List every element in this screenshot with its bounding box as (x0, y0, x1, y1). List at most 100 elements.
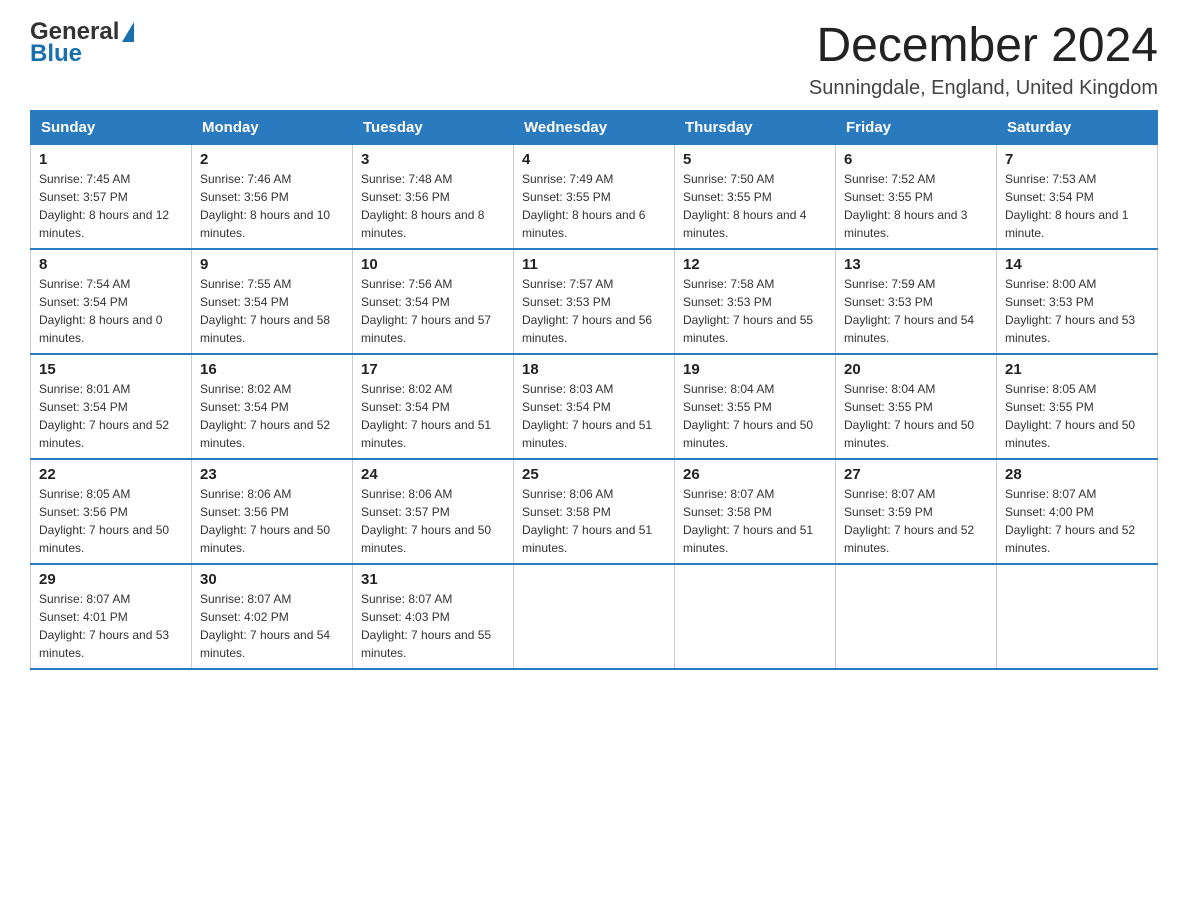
day-cell: 28 Sunrise: 8:07 AMSunset: 4:00 PMDaylig… (997, 459, 1158, 564)
day-cell: 4 Sunrise: 7:49 AMSunset: 3:55 PMDayligh… (514, 144, 675, 249)
day-info: Sunrise: 7:55 AMSunset: 3:54 PMDaylight:… (200, 277, 330, 345)
day-number: 21 (1005, 361, 1149, 378)
day-cell: 24 Sunrise: 8:06 AMSunset: 3:57 PMDaylig… (353, 459, 514, 564)
day-info: Sunrise: 7:57 AMSunset: 3:53 PMDaylight:… (522, 277, 652, 345)
day-cell: 5 Sunrise: 7:50 AMSunset: 3:55 PMDayligh… (675, 144, 836, 249)
day-cell: 3 Sunrise: 7:48 AMSunset: 3:56 PMDayligh… (353, 144, 514, 249)
day-info: Sunrise: 7:45 AMSunset: 3:57 PMDaylight:… (39, 172, 169, 240)
day-info: Sunrise: 7:58 AMSunset: 3:53 PMDaylight:… (683, 277, 813, 345)
week-row-2: 8 Sunrise: 7:54 AMSunset: 3:54 PMDayligh… (31, 249, 1158, 354)
day-cell (836, 564, 997, 669)
logo: General Blue (30, 20, 186, 66)
day-number: 28 (1005, 466, 1149, 483)
day-number: 14 (1005, 256, 1149, 273)
day-info: Sunrise: 7:48 AMSunset: 3:56 PMDaylight:… (361, 172, 484, 240)
logo-text-blue: Blue (30, 42, 186, 66)
day-info: Sunrise: 7:56 AMSunset: 3:54 PMDaylight:… (361, 277, 491, 345)
day-number: 4 (522, 151, 666, 168)
day-info: Sunrise: 8:06 AMSunset: 3:57 PMDaylight:… (361, 487, 491, 555)
day-info: Sunrise: 7:59 AMSunset: 3:53 PMDaylight:… (844, 277, 974, 345)
day-cell: 31 Sunrise: 8:07 AMSunset: 4:03 PMDaylig… (353, 564, 514, 669)
week-row-5: 29 Sunrise: 8:07 AMSunset: 4:01 PMDaylig… (31, 564, 1158, 669)
day-cell: 6 Sunrise: 7:52 AMSunset: 3:55 PMDayligh… (836, 144, 997, 249)
week-row-1: 1 Sunrise: 7:45 AMSunset: 3:57 PMDayligh… (31, 144, 1158, 249)
day-info: Sunrise: 8:00 AMSunset: 3:53 PMDaylight:… (1005, 277, 1135, 345)
day-number: 27 (844, 466, 988, 483)
day-number: 11 (522, 256, 666, 273)
col-sunday: Sunday (31, 110, 192, 144)
day-info: Sunrise: 8:07 AMSunset: 4:03 PMDaylight:… (361, 592, 491, 660)
calendar-subtitle: Sunningdale, England, United Kingdom (809, 77, 1158, 100)
day-info: Sunrise: 8:05 AMSunset: 3:55 PMDaylight:… (1005, 382, 1135, 450)
day-cell: 16 Sunrise: 8:02 AMSunset: 3:54 PMDaylig… (192, 354, 353, 459)
day-number: 5 (683, 151, 827, 168)
col-tuesday: Tuesday (353, 110, 514, 144)
day-cell: 1 Sunrise: 7:45 AMSunset: 3:57 PMDayligh… (31, 144, 192, 249)
day-cell: 11 Sunrise: 7:57 AMSunset: 3:53 PMDaylig… (514, 249, 675, 354)
day-number: 13 (844, 256, 988, 273)
day-number: 31 (361, 571, 505, 588)
day-info: Sunrise: 8:06 AMSunset: 3:56 PMDaylight:… (200, 487, 330, 555)
day-cell: 25 Sunrise: 8:06 AMSunset: 3:58 PMDaylig… (514, 459, 675, 564)
day-number: 17 (361, 361, 505, 378)
week-row-4: 22 Sunrise: 8:05 AMSunset: 3:56 PMDaylig… (31, 459, 1158, 564)
day-number: 7 (1005, 151, 1149, 168)
day-cell: 19 Sunrise: 8:04 AMSunset: 3:55 PMDaylig… (675, 354, 836, 459)
day-number: 3 (361, 151, 505, 168)
day-info: Sunrise: 8:07 AMSunset: 3:59 PMDaylight:… (844, 487, 974, 555)
day-info: Sunrise: 8:04 AMSunset: 3:55 PMDaylight:… (683, 382, 813, 450)
col-friday: Friday (836, 110, 997, 144)
col-saturday: Saturday (997, 110, 1158, 144)
day-info: Sunrise: 7:49 AMSunset: 3:55 PMDaylight:… (522, 172, 645, 240)
col-thursday: Thursday (675, 110, 836, 144)
day-cell: 18 Sunrise: 8:03 AMSunset: 3:54 PMDaylig… (514, 354, 675, 459)
day-number: 10 (361, 256, 505, 273)
day-number: 20 (844, 361, 988, 378)
day-info: Sunrise: 7:54 AMSunset: 3:54 PMDaylight:… (39, 277, 162, 345)
day-cell: 29 Sunrise: 8:07 AMSunset: 4:01 PMDaylig… (31, 564, 192, 669)
day-info: Sunrise: 8:02 AMSunset: 3:54 PMDaylight:… (200, 382, 330, 450)
day-cell: 13 Sunrise: 7:59 AMSunset: 3:53 PMDaylig… (836, 249, 997, 354)
day-cell: 9 Sunrise: 7:55 AMSunset: 3:54 PMDayligh… (192, 249, 353, 354)
day-number: 9 (200, 256, 344, 273)
day-cell: 10 Sunrise: 7:56 AMSunset: 3:54 PMDaylig… (353, 249, 514, 354)
day-number: 19 (683, 361, 827, 378)
day-cell: 17 Sunrise: 8:02 AMSunset: 3:54 PMDaylig… (353, 354, 514, 459)
day-info: Sunrise: 8:07 AMSunset: 4:00 PMDaylight:… (1005, 487, 1135, 555)
day-number: 1 (39, 151, 183, 168)
day-cell: 14 Sunrise: 8:00 AMSunset: 3:53 PMDaylig… (997, 249, 1158, 354)
day-info: Sunrise: 7:53 AMSunset: 3:54 PMDaylight:… (1005, 172, 1128, 240)
day-cell: 21 Sunrise: 8:05 AMSunset: 3:55 PMDaylig… (997, 354, 1158, 459)
day-cell: 22 Sunrise: 8:05 AMSunset: 3:56 PMDaylig… (31, 459, 192, 564)
day-cell (997, 564, 1158, 669)
page-header: General Blue December 2024 Sunningdale, … (30, 20, 1158, 100)
day-info: Sunrise: 8:04 AMSunset: 3:55 PMDaylight:… (844, 382, 974, 450)
day-number: 29 (39, 571, 183, 588)
day-info: Sunrise: 7:46 AMSunset: 3:56 PMDaylight:… (200, 172, 330, 240)
day-cell: 2 Sunrise: 7:46 AMSunset: 3:56 PMDayligh… (192, 144, 353, 249)
day-cell (514, 564, 675, 669)
day-info: Sunrise: 8:03 AMSunset: 3:54 PMDaylight:… (522, 382, 652, 450)
day-cell (675, 564, 836, 669)
day-number: 26 (683, 466, 827, 483)
col-monday: Monday (192, 110, 353, 144)
day-number: 6 (844, 151, 988, 168)
title-area: December 2024 Sunningdale, England, Unit… (809, 20, 1158, 100)
day-info: Sunrise: 7:50 AMSunset: 3:55 PMDaylight:… (683, 172, 806, 240)
day-info: Sunrise: 8:05 AMSunset: 3:56 PMDaylight:… (39, 487, 169, 555)
day-info: Sunrise: 8:07 AMSunset: 4:01 PMDaylight:… (39, 592, 169, 660)
day-number: 23 (200, 466, 344, 483)
day-number: 12 (683, 256, 827, 273)
day-info: Sunrise: 7:52 AMSunset: 3:55 PMDaylight:… (844, 172, 967, 240)
day-cell: 30 Sunrise: 8:07 AMSunset: 4:02 PMDaylig… (192, 564, 353, 669)
day-info: Sunrise: 8:01 AMSunset: 3:54 PMDaylight:… (39, 382, 169, 450)
day-info: Sunrise: 8:07 AMSunset: 4:02 PMDaylight:… (200, 592, 330, 660)
day-number: 24 (361, 466, 505, 483)
day-cell: 26 Sunrise: 8:07 AMSunset: 3:58 PMDaylig… (675, 459, 836, 564)
day-cell: 7 Sunrise: 7:53 AMSunset: 3:54 PMDayligh… (997, 144, 1158, 249)
day-number: 16 (200, 361, 344, 378)
day-cell: 15 Sunrise: 8:01 AMSunset: 3:54 PMDaylig… (31, 354, 192, 459)
day-number: 18 (522, 361, 666, 378)
day-number: 15 (39, 361, 183, 378)
day-number: 8 (39, 256, 183, 273)
